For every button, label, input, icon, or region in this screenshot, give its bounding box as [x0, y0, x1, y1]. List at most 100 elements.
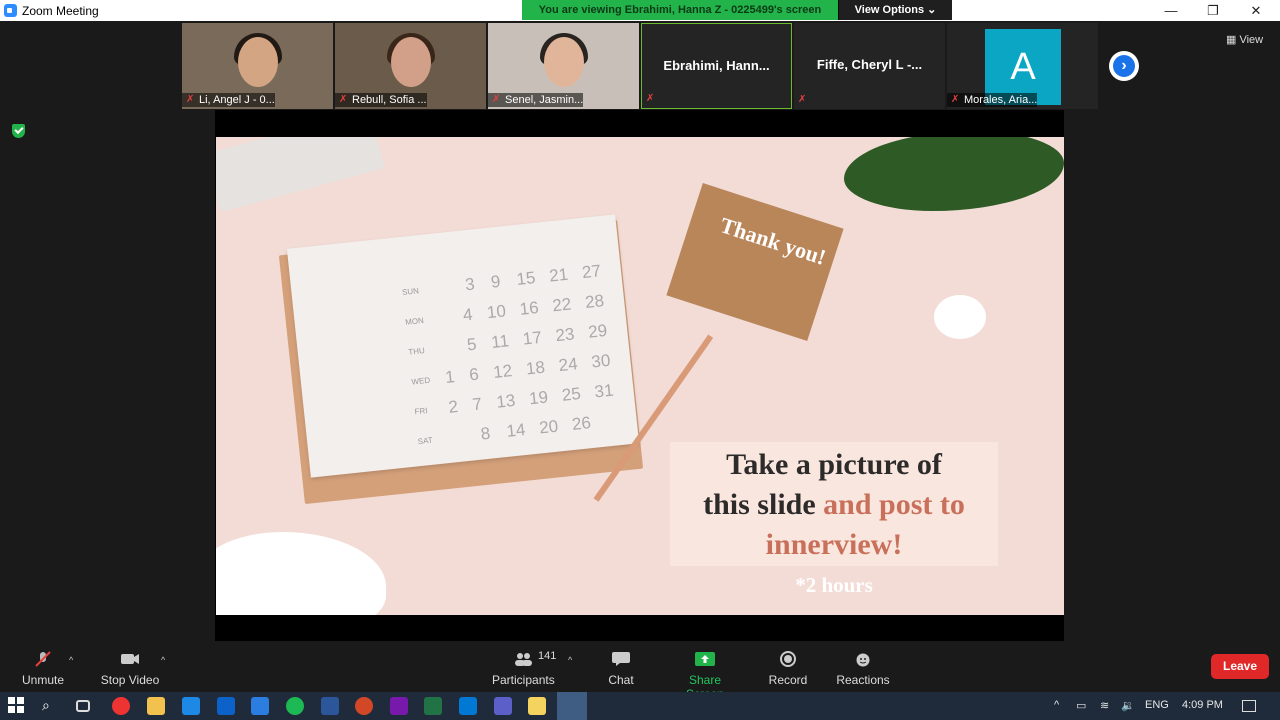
minimize-button[interactable]: — [1156, 2, 1186, 19]
video-camera-icon [121, 654, 139, 664]
participant-name: Morales, Aria... [964, 94, 1038, 106]
stop-video-button[interactable]: Stop Video [98, 641, 162, 692]
stop-video-label: Stop Video [100, 673, 160, 687]
view-options-button[interactable]: View Options ⌄ [838, 0, 952, 20]
task-view-icon[interactable] [76, 700, 90, 712]
chevron-right-icon: › [1121, 57, 1127, 74]
leaf-image [844, 137, 1064, 211]
participant-name: Rebull, Sofia ... [352, 94, 427, 106]
calendar-grid: SUN 3 9 15 21 27 MON 4 10 16 22 28 THU 5 11 17 23 29 WED 1 6… [400, 256, 618, 456]
calendar-date: 7 [471, 394, 483, 415]
outlook-icon[interactable] [459, 697, 477, 715]
participant-tile[interactable]: Fiffe, Cheryl L -... ✗ [794, 23, 945, 109]
excel-icon[interactable] [424, 697, 442, 715]
security-shield-icon[interactable] [12, 124, 25, 138]
calendar-date: 8 [479, 423, 492, 444]
record-button[interactable]: Record [767, 641, 809, 692]
calendar-date: 4 [462, 304, 474, 325]
calendar-day-label: MON [404, 315, 425, 327]
mail-icon[interactable] [217, 697, 235, 715]
reactions-button[interactable]: Reactions [836, 641, 890, 692]
participants-button[interactable]: Participants [492, 641, 555, 692]
calendar-date: 5 [466, 334, 478, 355]
participant-name: Ebrahimi, Hann... [663, 58, 770, 73]
calendar-date: 22 [551, 294, 573, 316]
calendar-date: 31 [593, 380, 615, 402]
calendar-date: 25 [560, 384, 582, 405]
language-indicator[interactable]: ENG [1145, 699, 1169, 711]
mic-off-icon: ✗ [492, 94, 501, 105]
battery-icon[interactable]: ▭ [1076, 699, 1086, 712]
spotify-icon[interactable] [286, 697, 304, 715]
audio-options-caret-icon[interactable]: ^ [69, 655, 73, 665]
file-explorer-icon[interactable] [147, 697, 165, 715]
chat-icon [612, 652, 630, 666]
calendar-date: 15 [515, 268, 537, 289]
chrome-icon[interactable] [112, 697, 130, 715]
mic-off-icon: ✗ [646, 93, 655, 104]
participant-tile-active[interactable]: Ebrahimi, Hann... ✗ [641, 23, 792, 109]
share-screen-icon [695, 652, 715, 666]
participant-name: Fiffe, Cheryl L -... [816, 57, 923, 72]
calendar-date [440, 287, 452, 288]
view-label: View [1239, 34, 1264, 46]
participants-icon [515, 653, 532, 666]
calendar-date: 2 [447, 396, 459, 417]
volume-icon[interactable]: 🔉 [1121, 699, 1135, 712]
calendar-date: 9 [489, 271, 502, 292]
calendar-date: 20 [538, 416, 560, 438]
word-icon[interactable] [321, 697, 339, 715]
calendar-date: 3 [464, 274, 476, 295]
calendar-date: 28 [584, 291, 606, 312]
participants-caret-icon[interactable]: ^ [568, 655, 572, 665]
calendar-day-label: SUN [401, 285, 420, 297]
participant-tile[interactable]: ✗ Senel, Jasmin... [488, 23, 639, 109]
leave-button[interactable]: Leave [1211, 654, 1269, 679]
unmute-label: Unmute [21, 673, 65, 687]
store-icon[interactable] [251, 697, 269, 715]
next-page-button[interactable]: › [1109, 51, 1139, 81]
calendar-date: 13 [495, 390, 517, 412]
white-cloud-shape [216, 532, 386, 615]
participant-tile[interactable]: ✗ Li, Angel J - 0... [182, 23, 333, 109]
tray-chevron-icon[interactable]: ^ [1054, 699, 1059, 711]
calendar-date: 30 [590, 350, 612, 372]
note-text: Thank you! [717, 212, 829, 270]
calendar-date: 6 [468, 364, 480, 385]
vscode-icon[interactable] [182, 697, 200, 715]
wifi-icon[interactable]: ≋ [1100, 699, 1109, 712]
calendar-date: 19 [528, 387, 549, 409]
chat-button[interactable]: Chat [600, 641, 642, 692]
restore-button[interactable]: ❐ [1198, 2, 1228, 19]
view-layout-button[interactable]: ▦ View [1226, 33, 1263, 46]
calendar-image: SUN 3 9 15 21 27 MON 4 10 16 22 28 THU 5 11 17 23 29 WED 1 6… [286, 214, 640, 478]
calendar-date: 16 [518, 297, 540, 319]
teams-icon[interactable] [494, 697, 512, 715]
onenote-icon[interactable] [390, 697, 408, 715]
caption-line-1: Take a picture of [726, 448, 942, 481]
zoom-taskbar-icon[interactable] [557, 692, 587, 720]
video-options-caret-icon[interactable]: ^ [161, 655, 165, 665]
notifications-icon[interactable] [1242, 700, 1256, 712]
windows-start-icon[interactable] [8, 697, 26, 715]
participant-strip: ✗ Li, Angel J - 0... ✗ Rebull, Sofia ... ✗… [182, 23, 1098, 110]
clock[interactable]: 4:09 PM [1182, 699, 1223, 711]
calendar-day-label: FRI [414, 405, 428, 416]
share-screen-button[interactable]: Share Screen [670, 641, 740, 701]
mic-off-icon: ✗ [951, 94, 960, 105]
unmute-button[interactable]: Unmute [18, 641, 68, 692]
calendar-date [443, 347, 453, 348]
calendar-date [605, 420, 617, 421]
close-button[interactable]: ✕ [1241, 2, 1271, 19]
participant-tile[interactable]: ✗ Rebull, Sofia ... [335, 23, 486, 109]
sticky-notes-icon[interactable] [528, 697, 546, 715]
white-blob [934, 295, 986, 339]
participants-label: Participants [492, 673, 555, 687]
reactions-label: Reactions [836, 673, 890, 687]
participant-tile[interactable]: A ✗ Morales, Aria... [947, 23, 1098, 109]
calendar-date: 12 [492, 361, 514, 382]
powerpoint-icon[interactable] [355, 697, 373, 715]
participants-count: 141 [538, 650, 557, 662]
calendar-date: 23 [554, 324, 576, 346]
search-icon[interactable]: ⌕ [42, 697, 60, 715]
